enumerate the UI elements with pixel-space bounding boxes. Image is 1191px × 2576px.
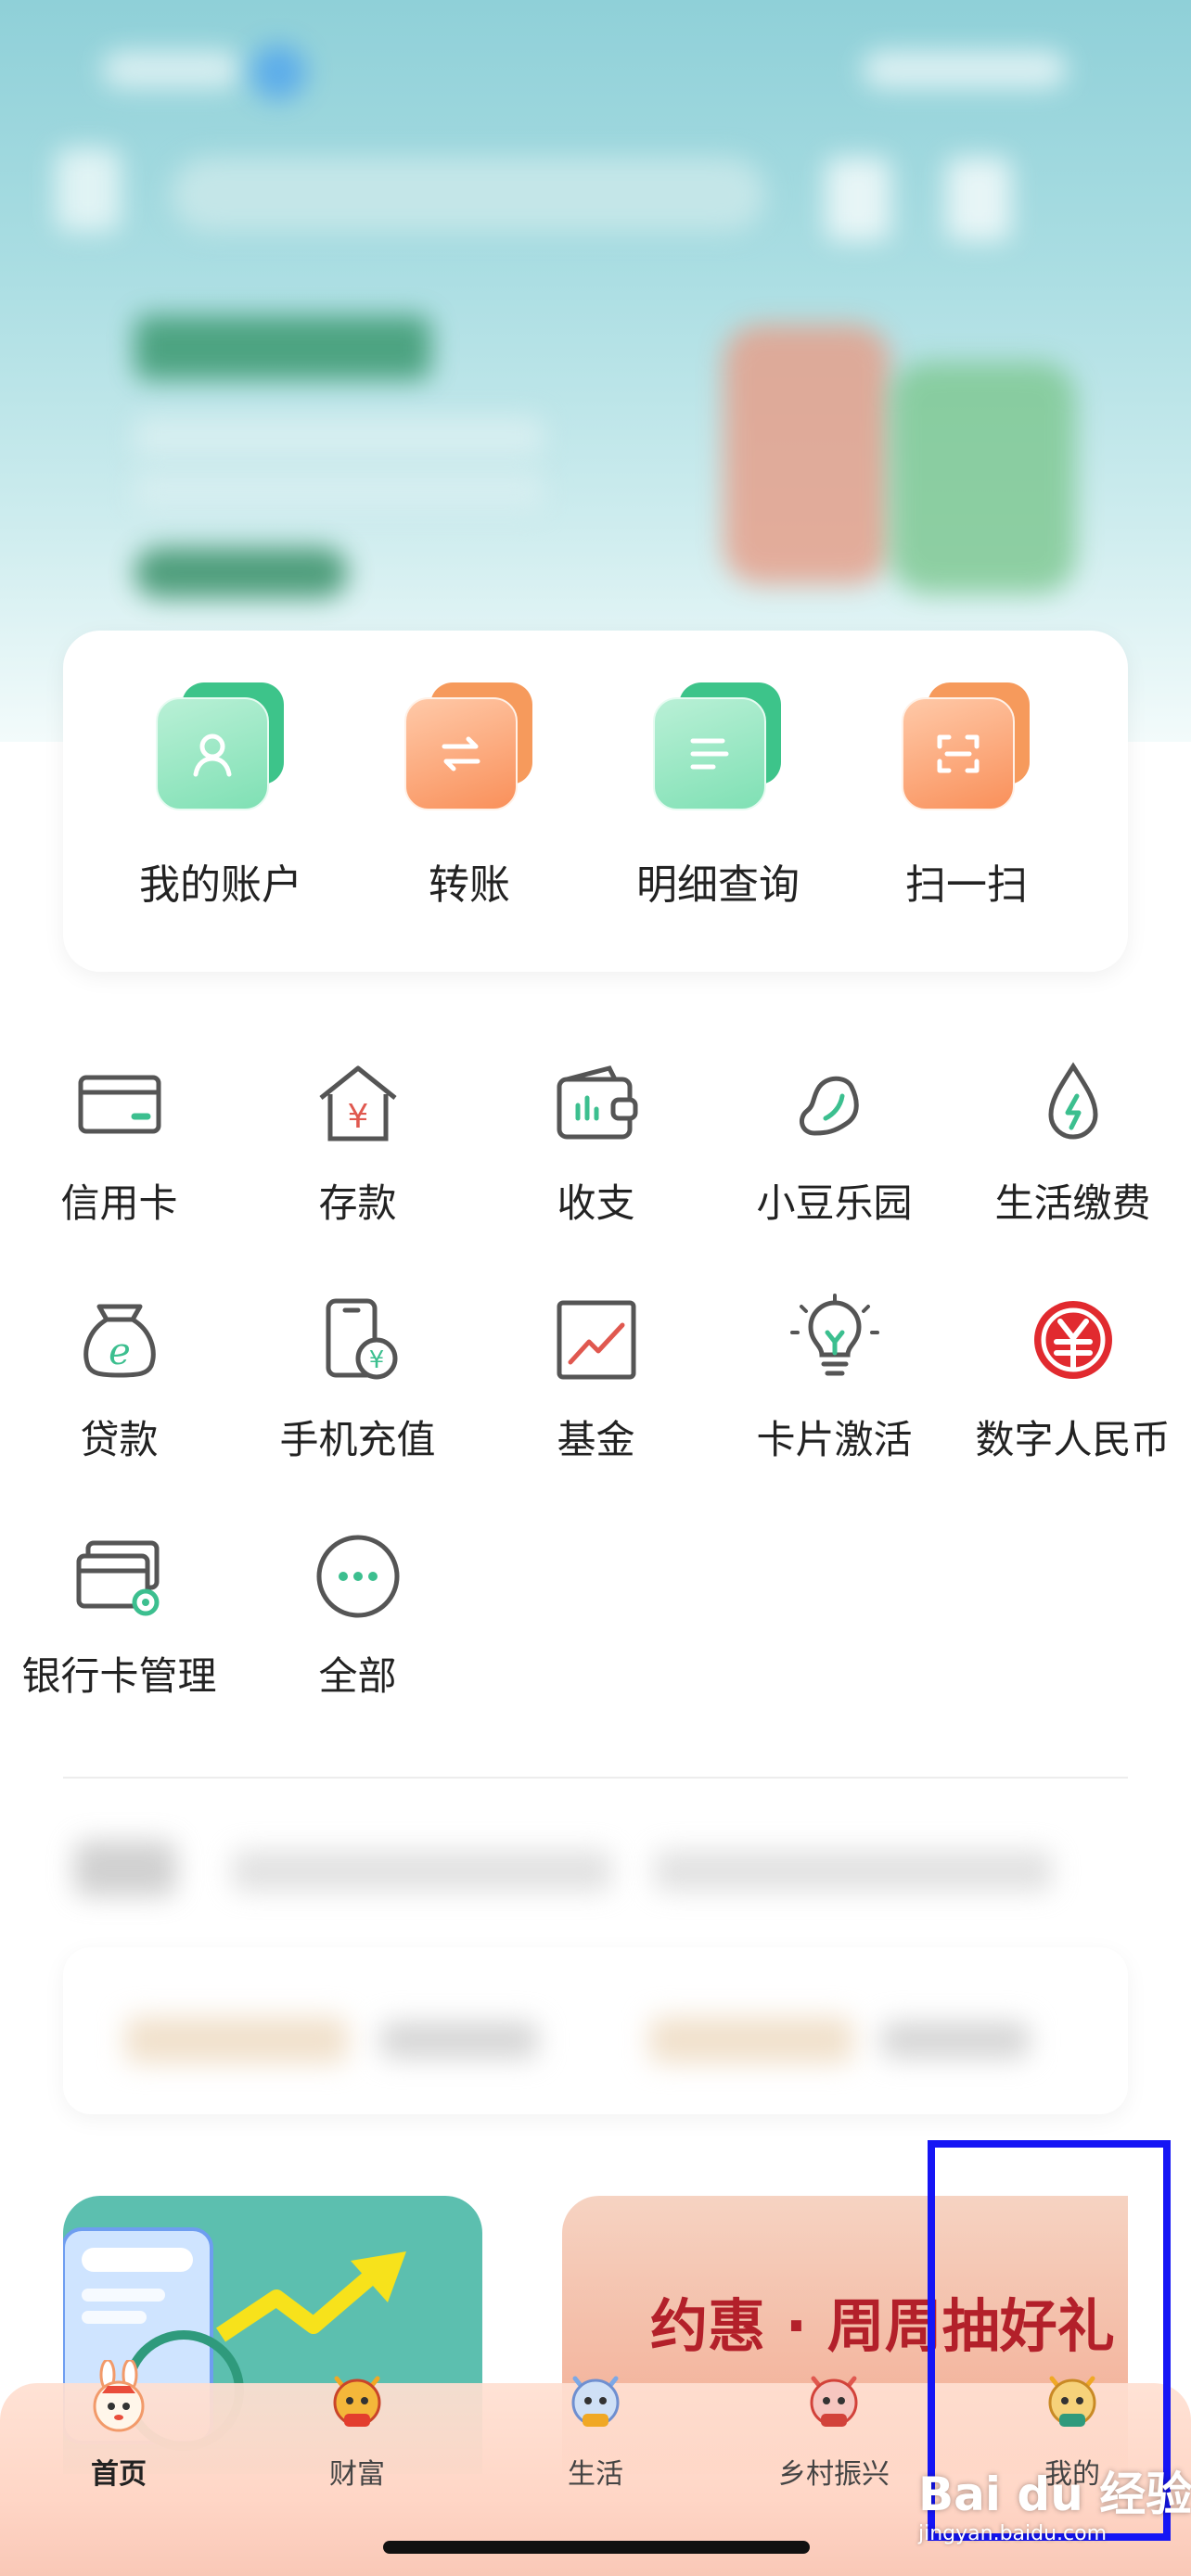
service-label: 小豆乐园 [756, 1180, 913, 1226]
product-label-2 [881, 2021, 1030, 2059]
service-fund[interactable]: 基金 [477, 1294, 715, 1465]
svg-text:e: e [109, 1331, 131, 1373]
service-label: 基金 [557, 1417, 635, 1462]
service-income-expense[interactable]: 收支 [477, 1057, 715, 1229]
product-rate-2 [649, 2017, 853, 2063]
quick-actions-card: 我的账户 转账 明细查询 扫一扫 [63, 631, 1128, 972]
news-tag [74, 1841, 176, 1896]
news-headline-2[interactable] [654, 1850, 1053, 1892]
service-bean-park[interactable]: 小豆乐园 [715, 1057, 954, 1229]
account-icon [156, 677, 286, 810]
svg-text:¥: ¥ [368, 1346, 384, 1374]
tab-home[interactable]: 首页 [26, 2358, 211, 2492]
menu-button[interactable] [56, 148, 121, 232]
service-card-activation[interactable]: 卡片激活 [715, 1294, 954, 1465]
service-utility-payment[interactable]: 生活缴费 [954, 1057, 1191, 1229]
bean-icon [788, 1057, 881, 1150]
dragon-mascot-icon [320, 2360, 394, 2434]
more-icon [312, 1530, 404, 1623]
quick-label: 扫一扫 [905, 861, 1028, 909]
status-bar-indicator [250, 45, 306, 100]
banner-illustration [724, 325, 890, 584]
quick-label: 明细查询 [636, 861, 800, 909]
status-bar-time [102, 51, 241, 88]
news-headline[interactable] [232, 1850, 612, 1892]
rabbit-mascot-icon [82, 2358, 156, 2434]
dragon-mascot-icon [558, 2360, 633, 2434]
quick-label: 我的账户 [139, 861, 302, 909]
scan-icon [902, 677, 1031, 810]
service-card-management[interactable]: 银行卡管理 [0, 1530, 238, 1702]
banner-subtitle [134, 417, 543, 459]
credit-card-icon [73, 1057, 166, 1150]
quick-my-account[interactable]: 我的账户 [91, 677, 351, 911]
tab-label: 乡村振兴 [778, 2458, 890, 2491]
service-label: 贷款 [80, 1417, 159, 1462]
quick-label: 转账 [429, 861, 510, 909]
dragon-mascot-icon [797, 2360, 871, 2434]
service-all[interactable]: 全部 [238, 1530, 477, 1702]
svg-text:¥: ¥ [347, 1098, 368, 1136]
service-loan[interactable]: e 贷款 [0, 1294, 238, 1465]
service-label: 收支 [557, 1180, 635, 1226]
phone-recharge-icon: ¥ [312, 1294, 404, 1386]
service-label: 卡片激活 [756, 1417, 913, 1462]
service-button[interactable] [946, 158, 1011, 241]
transfer-icon [404, 677, 534, 810]
service-label: 数字人民币 [975, 1417, 1171, 1462]
banner-cta-button[interactable] [134, 547, 348, 598]
service-label: 信用卡 [60, 1180, 178, 1226]
tab-wealth[interactable]: 财富 [264, 2360, 450, 2492]
tab-label: 生活 [568, 2458, 623, 2491]
fund-chart-icon [550, 1294, 643, 1386]
quick-scan[interactable]: 扫一扫 [837, 677, 1096, 911]
quick-transfer[interactable]: 转账 [339, 677, 599, 911]
digital-rmb-icon [1027, 1294, 1120, 1386]
product-rate [125, 2017, 348, 2063]
service-label: 银行卡管理 [21, 1653, 217, 1699]
message-button[interactable] [826, 158, 890, 241]
banner-title [134, 315, 431, 380]
loan-bag-icon: e [73, 1294, 166, 1386]
service-label: 全部 [318, 1653, 397, 1699]
utility-drop-icon [1027, 1057, 1120, 1150]
watermark-brand: Bai du 经验 [918, 2468, 1191, 2521]
tab-life[interactable]: 生活 [503, 2360, 688, 2492]
home-indicator[interactable] [383, 2541, 810, 2554]
service-credit-card[interactable]: 信用卡 [0, 1057, 238, 1229]
product-label [380, 2021, 538, 2059]
deposit-icon: ¥ [312, 1057, 404, 1150]
search-bar[interactable] [172, 158, 765, 232]
service-label: 手机充值 [279, 1417, 436, 1462]
details-icon [653, 677, 783, 810]
service-phone-recharge[interactable]: ¥ 手机充值 [238, 1294, 477, 1465]
service-digital-rmb[interactable]: 数字人民币 [954, 1294, 1191, 1465]
service-deposit[interactable]: ¥ 存款 [238, 1057, 477, 1229]
service-label: 生活缴费 [994, 1180, 1151, 1226]
banner-subtitle-2 [134, 473, 543, 510]
tab-rural-revitalization[interactable]: 乡村振兴 [741, 2360, 927, 2492]
wallet-icon [550, 1057, 643, 1150]
service-label: 存款 [318, 1180, 397, 1226]
quick-details[interactable]: 明细查询 [588, 677, 848, 911]
tab-label: 首页 [91, 2458, 147, 2491]
status-bar-signal [863, 51, 1067, 88]
card-manage-icon [73, 1530, 166, 1623]
bulb-icon [788, 1294, 881, 1386]
watermark-url: jingyan.baidu.com [918, 2522, 1108, 2545]
section-divider [63, 1777, 1128, 1779]
tab-label: 财富 [329, 2458, 385, 2491]
banner-illustration-2 [890, 362, 1076, 593]
